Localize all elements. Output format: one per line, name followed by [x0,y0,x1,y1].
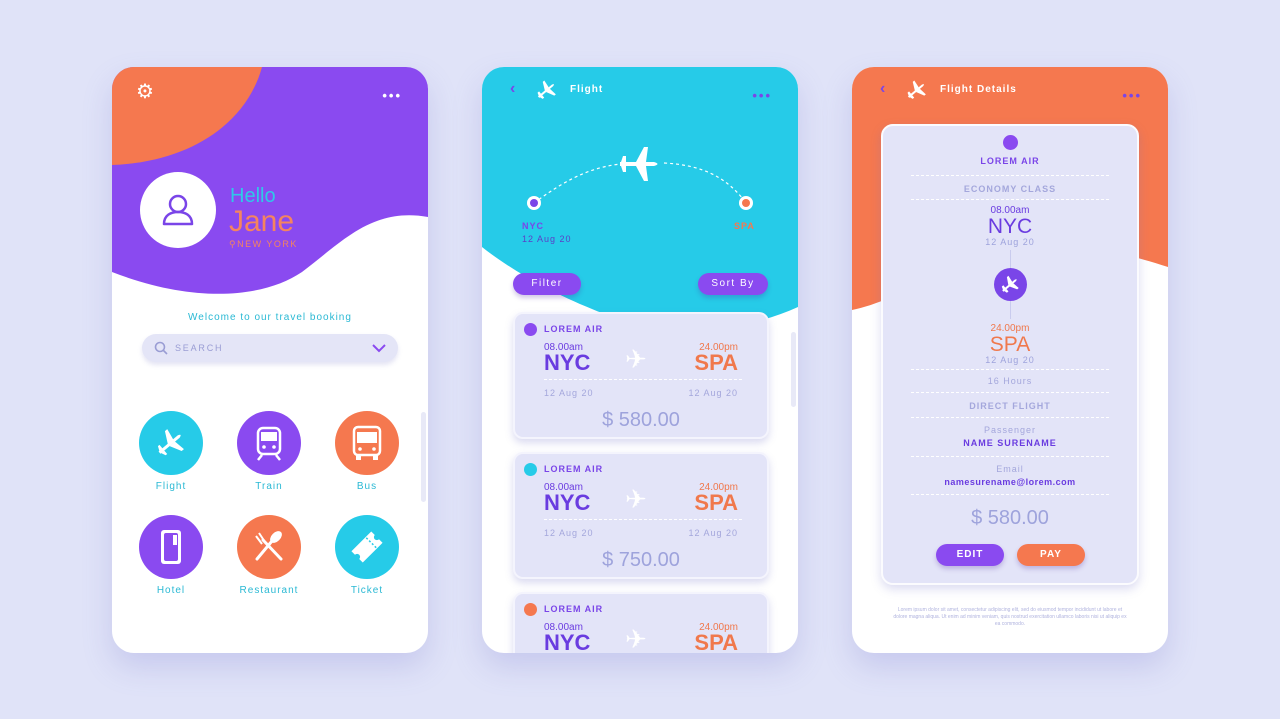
home-screen: ⚙ ••• Hello Jane ⚲NEW YORK Welcome to ou… [112,67,428,653]
arrival-date: 12 Aug 20 [985,355,1035,365]
category-train-button[interactable] [237,411,301,475]
airline-dot [1003,135,1018,150]
category-label-bus: Bus [356,481,378,492]
pay-button[interactable]: PAY [1017,544,1085,566]
airline-name: LOREM AIR [544,604,604,614]
divider [911,494,1109,495]
email-label: Email [996,464,1024,474]
arrival-date: 12 Aug 20 [688,528,738,538]
chevron-down-icon[interactable] [372,343,386,353]
gear-icon[interactable]: ⚙ [136,79,154,104]
departure-date: 12 Aug 20 [985,237,1035,247]
back-arrow-icon[interactable]: ‹ [880,80,885,98]
fine-print: Lorem ipsum dolor sit amet, consectetur … [893,607,1127,627]
plane-icon [907,80,926,99]
divider [911,392,1109,393]
flight-result-card[interactable]: LOREM AIR 08.00am NYC ✈ 24.00pm SPA 12 A… [513,312,769,439]
category-restaurant-button[interactable] [237,515,301,579]
timeline-line [1010,301,1011,319]
airline-dot [524,323,537,336]
welcome-text: Welcome to our travel booking [188,312,352,323]
user-icon [162,194,194,226]
sort-by-button[interactable]: Sort By [698,273,768,295]
flight-result-card[interactable]: LOREM AIR 08.00am NYC ✈ 24.00pm SPA [513,592,769,653]
class-label: ECONOMY CLASS [963,184,1057,194]
location: ⚲NEW YORK [229,239,298,250]
category-label-hotel: Hotel [156,585,186,596]
airline-name: LOREM AIR [544,464,604,474]
train-icon [256,426,282,461]
category-label-ticket: Ticket [350,585,384,596]
arrival-code: SPA [989,333,1031,356]
edit-button[interactable]: EDIT [936,544,1004,566]
bus-icon [352,425,382,460]
category-label-restaurant: Restaurant [239,585,299,596]
user-name: Jane [229,205,295,238]
price: $ 580.00 [971,507,1049,529]
passenger-label: Passenger [983,425,1037,435]
category-flight-button[interactable] [139,411,203,475]
duration: 16 Hours [987,376,1033,386]
departure-code: NYC [544,630,591,653]
price: $ 580.00 [602,409,680,431]
more-options-icon[interactable]: ••• [1122,88,1142,103]
category-hotel-button[interactable] [139,515,203,579]
email-value: namesurename@lorem.com [944,477,1076,487]
flight-list-screen: ‹ Flight ••• NYC 12 Aug 20 SPA Filter So… [482,67,798,653]
flight-type: DIRECT FLIGHT [969,401,1051,411]
scrollbar[interactable] [421,412,426,502]
airline-dot [524,463,537,476]
plane-icon: ✈ [625,624,647,653]
category-bus-button[interactable] [335,411,399,475]
airline-name: LOREM AIR [980,156,1040,166]
departure-date: 12 Aug 20 [544,388,594,398]
filter-button[interactable]: Filter [513,273,581,295]
more-options-icon[interactable]: ••• [382,88,402,103]
departure-code: NYC [544,350,591,375]
category-label-train: Train [255,481,283,492]
origin-code: NYC [522,221,545,231]
search-input[interactable]: SEARCH [142,334,398,362]
price: $ 750.00 [602,549,680,571]
divider [544,379,742,380]
plane-icon: ✈ [625,484,647,514]
plane-icon [157,429,184,456]
category-label-flight: Flight [155,481,187,492]
plane-icon [994,268,1027,301]
divider [911,175,1109,176]
origin-date: 12 Aug 20 [522,234,572,244]
ticket-icon [351,531,383,563]
divider [911,199,1109,200]
flight-details-screen: ‹ Flight Details ••• LOREM AIR ECONOMY C… [852,67,1168,653]
cutlery-icon [255,531,283,561]
avatar[interactable] [140,172,216,248]
divider [911,417,1109,418]
passenger-name: NAME SURENAME [963,438,1057,448]
arrival-date: 12 Aug 20 [688,388,738,398]
arrival-code: SPA [694,350,738,375]
flight-result-card[interactable]: LOREM AIR 08.00am NYC ✈ 24.00pm SPA 12 A… [513,452,769,579]
location-pin-icon: ⚲ [229,239,238,249]
arrival-code: SPA [694,630,738,653]
divider [911,369,1109,370]
ticket-card: LOREM AIR ECONOMY CLASS 08.00am NYC 12 A… [881,124,1139,585]
hotel-key-icon [161,530,181,564]
search-placeholder: SEARCH [175,343,224,353]
search-icon [154,341,168,355]
route-plane-icon [620,147,658,181]
airline-dot [524,603,537,616]
airline-name: LOREM AIR [544,324,604,334]
screen-title: Flight Details [940,84,1017,95]
scrollbar[interactable] [791,332,796,407]
departure-date: 12 Aug 20 [544,528,594,538]
destination-code: SPA [734,221,755,231]
arrival-code: SPA [694,490,738,515]
divider [911,456,1109,457]
category-ticket-button[interactable] [335,515,399,579]
location-text: NEW YORK [237,239,298,249]
departure-code: NYC [544,490,591,515]
departure-code: NYC [987,215,1033,238]
plane-icon: ✈ [625,344,647,374]
divider [544,519,742,520]
